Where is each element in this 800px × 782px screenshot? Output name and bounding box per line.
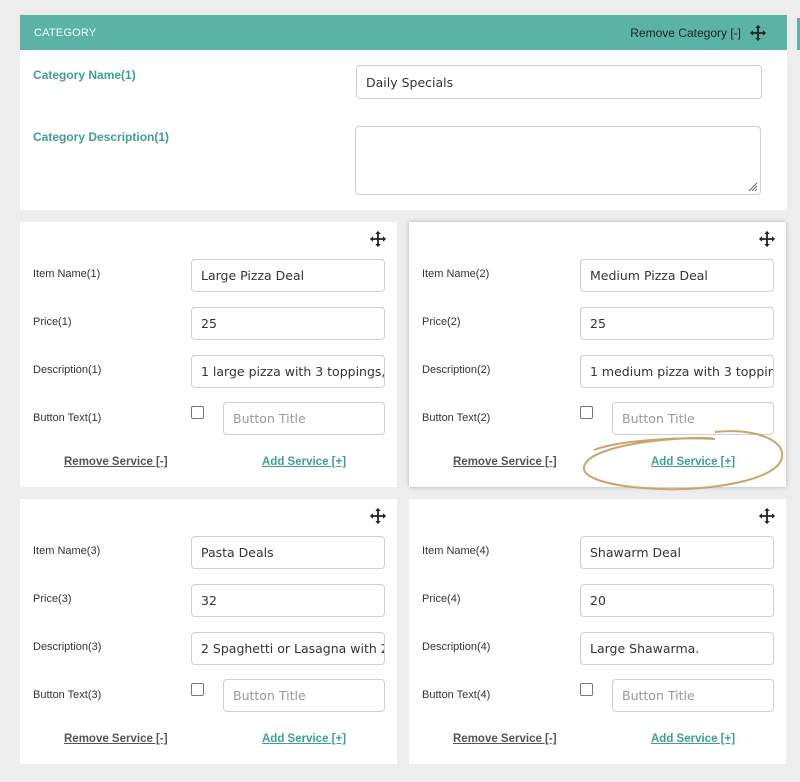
button-text-checkbox[interactable] <box>191 406 204 419</box>
item-name-label: Item Name(1) <box>33 268 101 280</box>
category-header: CATEGORY Remove Category [-] <box>20 15 787 50</box>
description-label: Description(4) <box>422 641 491 653</box>
description-label: Description(3) <box>33 641 102 653</box>
price-input[interactable]: 25 <box>580 307 774 340</box>
category-description-textarea[interactable] <box>355 126 761 195</box>
service-card: Item Name(3) Pasta Deals Price(3) 32 Des… <box>20 499 397 764</box>
move-arrows-icon[interactable] <box>369 507 387 530</box>
button-text-checkbox[interactable] <box>191 683 204 696</box>
category-name-input[interactable]: Daily Specials <box>356 65 762 99</box>
remove-service-button[interactable]: Remove Service [-] <box>453 456 557 468</box>
button-text-checkbox[interactable] <box>580 683 593 696</box>
service-card: Item Name(1) Large Pizza Deal Price(1) 2… <box>20 222 397 487</box>
item-name-input[interactable]: Medium Pizza Deal <box>580 259 774 292</box>
description-input[interactable]: 2 Spaghetti or Lasagna with 2 ca <box>191 632 385 665</box>
remove-service-button[interactable]: Remove Service [-] <box>453 733 557 745</box>
item-name-label: Item Name(4) <box>422 545 490 557</box>
description-label: Description(1) <box>33 364 102 376</box>
price-input[interactable]: 32 <box>191 584 385 617</box>
item-name-label: Item Name(2) <box>422 268 490 280</box>
price-input[interactable]: 20 <box>580 584 774 617</box>
price-label: Price(2) <box>422 316 461 328</box>
remove-category-button[interactable]: Remove Category [-] <box>630 26 741 40</box>
price-label: Price(1) <box>33 316 72 328</box>
service-card: Item Name(4) Shawarm Deal Price(4) 20 De… <box>409 499 786 764</box>
button-text-label: Button Text(3) <box>33 689 102 701</box>
item-name-input[interactable]: Pasta Deals <box>191 536 385 569</box>
category-name-label: Category Name(1) <box>33 68 136 82</box>
category-header-title: CATEGORY <box>34 26 97 39</box>
move-arrows-icon[interactable] <box>749 24 767 42</box>
button-text-label: Button Text(2) <box>422 412 491 424</box>
service-card: Item Name(2) Medium Pizza Deal Price(2) … <box>409 222 786 487</box>
add-service-button[interactable]: Add Service [+] <box>651 733 735 745</box>
description-label: Description(2) <box>422 364 491 376</box>
category-panel: CATEGORY Remove Category [-] Category Na… <box>20 15 787 210</box>
add-service-button[interactable]: Add Service [+] <box>651 456 735 468</box>
category-header-actions: Remove Category [-] <box>630 24 767 42</box>
move-arrows-icon[interactable] <box>758 230 776 253</box>
item-name-label: Item Name(3) <box>33 545 101 557</box>
description-input[interactable]: Large Shawarma. <box>580 632 774 665</box>
button-text-checkbox[interactable] <box>580 406 593 419</box>
category-description-label: Category Description(1) <box>33 130 170 144</box>
price-label: Price(4) <box>422 593 461 605</box>
button-title-input[interactable]: Button Title <box>612 679 774 712</box>
button-title-input[interactable]: Button Title <box>223 679 385 712</box>
description-input[interactable]: 1 large pizza with 3 toppings, 15 <box>191 355 385 388</box>
item-name-input[interactable]: Shawarm Deal <box>580 536 774 569</box>
description-input[interactable]: 1 medium pizza with 3 toppings, <box>580 355 774 388</box>
button-text-label: Button Text(4) <box>422 689 491 701</box>
button-title-input[interactable]: Button Title <box>612 402 774 435</box>
remove-service-button[interactable]: Remove Service [-] <box>64 733 168 745</box>
move-arrows-icon[interactable] <box>758 507 776 530</box>
add-service-button[interactable]: Add Service [+] <box>262 733 346 745</box>
price-input[interactable]: 25 <box>191 307 385 340</box>
remove-service-button[interactable]: Remove Service [-] <box>64 456 168 468</box>
button-title-input[interactable]: Button Title <box>223 402 385 435</box>
add-service-button[interactable]: Add Service [+] <box>262 456 346 468</box>
price-label: Price(3) <box>33 593 72 605</box>
item-name-input[interactable]: Large Pizza Deal <box>191 259 385 292</box>
resize-grip-icon[interactable] <box>748 182 758 192</box>
move-arrows-icon[interactable] <box>369 230 387 253</box>
button-text-label: Button Text(1) <box>33 412 102 424</box>
